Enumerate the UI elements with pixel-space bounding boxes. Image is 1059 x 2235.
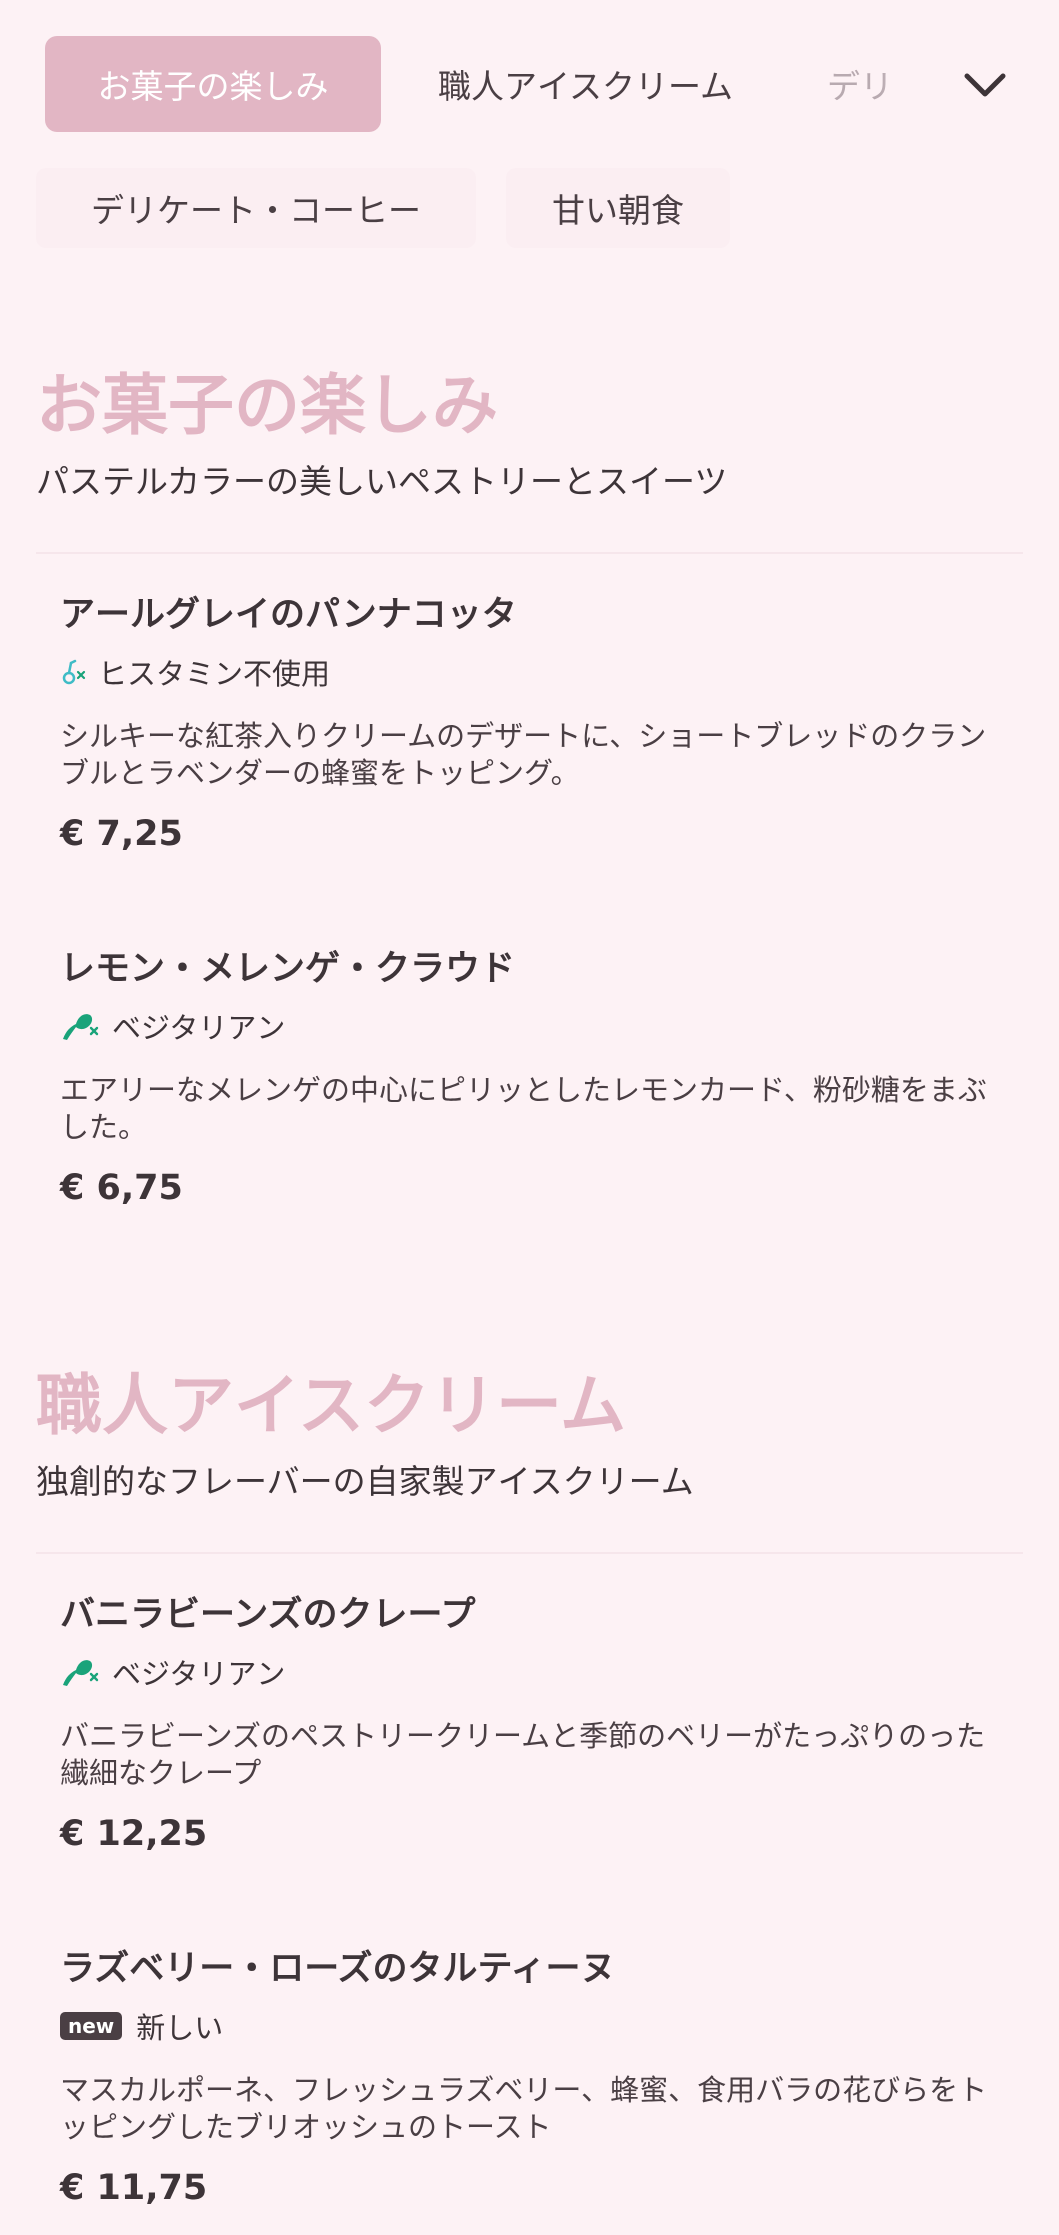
item-name: ラズベリー・ローズのタルティーヌ — [60, 1949, 616, 1989]
menu-item[interactable]: バニラビーンズのクレープ ベジタリアン バニラビーンズのペストリークリームと季節… — [60, 1592, 1000, 1854]
diet-tag-label: 新しい — [136, 2011, 224, 2045]
item-price: € 7,25 — [60, 814, 183, 854]
item-description: マスカルポーネ、フレッシュラズベリー、蜂蜜、食用バラの花びらをトッピングしたブリ… — [60, 2073, 988, 2144]
item-description: シルキーな紅茶入りクリームのデザートに、ショートブレッドのクランブルとラベンダー… — [60, 719, 987, 790]
tab-pastry-delights[interactable]: お菓子の楽しみ — [45, 36, 381, 132]
section-title: 職人アイスクリーム — [36, 1367, 627, 1444]
diet-tag-label: ベジタリアン — [112, 1657, 286, 1691]
section-subtitle: パステルカラーの美しいペストリーとスイーツ — [36, 462, 728, 501]
diet-tag: ベジタリアン — [60, 1006, 1000, 1046]
item-price: € 6,75 — [60, 1168, 183, 1208]
new-badge: new — [60, 2012, 123, 2040]
item-name: アールグレイのパンナコッタ — [60, 595, 517, 635]
section-subtitle: 独創的なフレーバーの自家製アイスクリーム — [36, 1462, 694, 1501]
diet-tag-label: ヒスタミン不使用 — [98, 657, 331, 691]
tab-fade-overlay — [880, 36, 960, 132]
section-title: お菓子の楽しみ — [36, 367, 498, 444]
item-price: € 12,25 — [60, 1814, 208, 1854]
item-price: € 11,75 — [60, 2168, 208, 2208]
category-tabs-row-2: デリケート・コーヒー 甘い朝食 — [36, 168, 730, 248]
section-divider — [36, 552, 1023, 554]
tab-delicate-coffee[interactable]: デリケート・コーヒー — [36, 168, 476, 248]
menu-item[interactable]: アールグレイのパンナコッタ ヒスタミン不使用 シルキーな紅茶入りクリームのデザー… — [60, 592, 1000, 854]
menu-item[interactable]: ラズベリー・ローズのタルティーヌ new 新しい マスカルポーネ、フレッシュラズ… — [60, 1946, 1000, 2208]
menu-item[interactable]: レモン・メレンゲ・クラウド ベジタリアン エアリーなメレンゲの中心にピリッとした… — [60, 946, 1000, 1208]
item-name: レモン・メレンゲ・クラウド — [60, 949, 516, 989]
section-divider — [36, 1552, 1023, 1554]
histamine-free-icon — [60, 658, 86, 686]
item-description: エアリーなメレンゲの中心にピリッとしたレモンカード、粉砂糖をまぶした。 — [60, 1073, 987, 1144]
chevron-down-icon[interactable] — [960, 60, 1010, 110]
diet-tag: new 新しい — [60, 2006, 1000, 2046]
item-name: バニラビーンズのクレープ — [60, 1595, 476, 1635]
vegetarian-icon — [60, 1009, 100, 1043]
item-description: バニラビーンズのペストリークリームと季節のベリーがたっぷりのった繊細なクレープ — [60, 1719, 986, 1790]
tab-artisan-ice-cream[interactable]: 職人アイスクリーム — [413, 36, 758, 132]
tab-sweet-breakfast[interactable]: 甘い朝食 — [506, 168, 730, 248]
diet-tag: ヒスタミン不使用 — [60, 652, 1000, 692]
diet-tag: ベジタリアン — [60, 1652, 1000, 1692]
category-tabs-row: お菓子の楽しみ 職人アイスクリーム — [45, 36, 758, 132]
menu-page: お菓子の楽しみ 職人アイスクリーム デリ デリケート・コーヒー 甘い朝食 お菓子… — [0, 0, 1059, 2235]
category-tabbar: お菓子の楽しみ 職人アイスクリーム デリ — [0, 0, 1059, 160]
diet-tag-label: ベジタリアン — [112, 1011, 286, 1045]
vegetarian-icon — [60, 1655, 100, 1689]
